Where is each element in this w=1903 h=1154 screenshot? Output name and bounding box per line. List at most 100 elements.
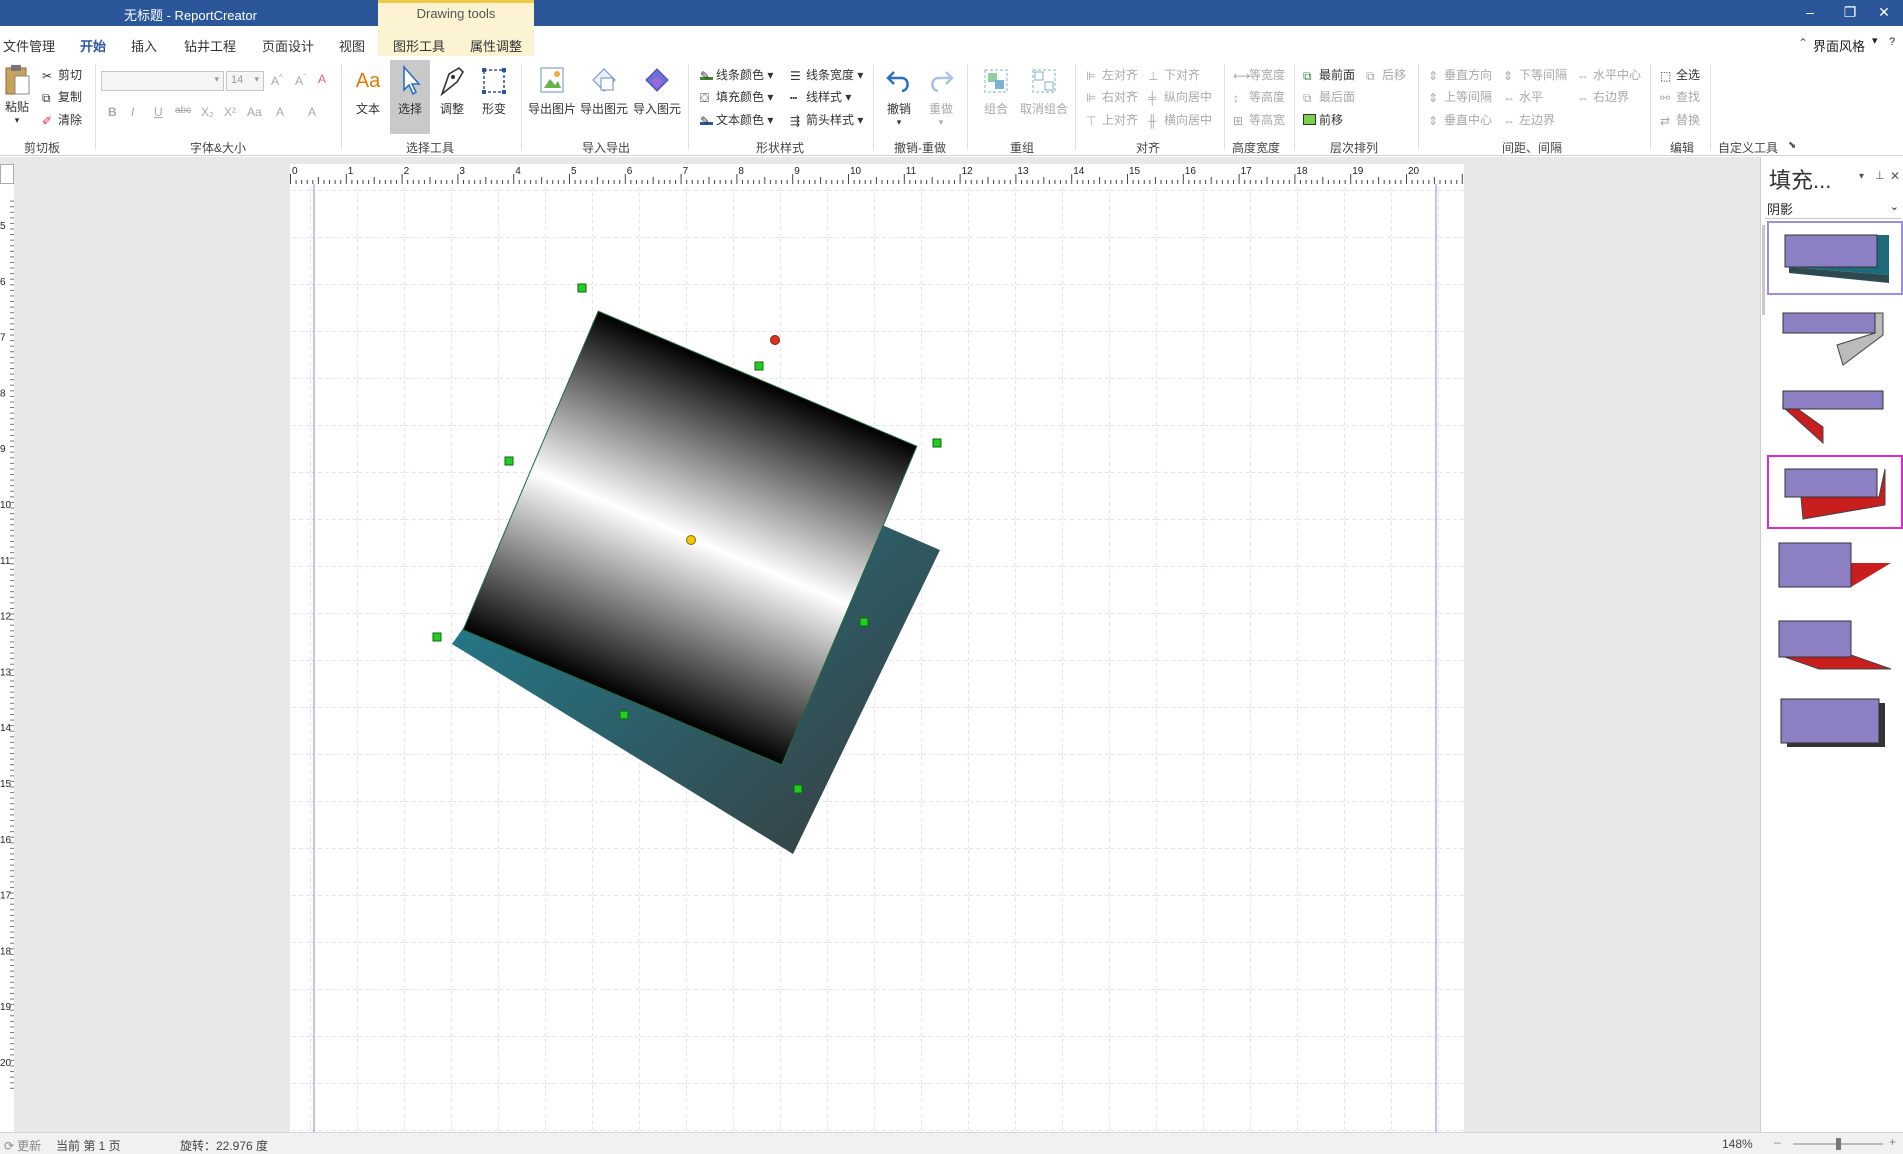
close-button[interactable]: ✕	[1872, 4, 1896, 21]
font-color-button[interactable]: A	[308, 105, 316, 119]
export-element-button[interactable]: 导出图元	[579, 64, 629, 117]
select-all-button[interactable]: ⬚ 全选	[1660, 66, 1700, 83]
tab-page-design[interactable]: 页面设计	[262, 36, 314, 55]
same-width-button[interactable]: ⟷等宽度	[1233, 66, 1285, 83]
resize-handle-sw[interactable]	[432, 632, 442, 642]
redo-button[interactable]: 重做 ▾	[922, 64, 960, 128]
undo-button[interactable]: 撤销 ▾	[880, 64, 918, 128]
italic-button[interactable]: I	[131, 105, 134, 119]
horizontal-center-button[interactable]: ⇔ 水平中心	[1577, 66, 1641, 83]
highlight-button[interactable]: A	[276, 105, 284, 119]
dialog-launcher-icon[interactable]: ⬊	[1788, 140, 1796, 151]
arrow-style-button[interactable]: ⇶ 箭头样式 ▾	[790, 111, 863, 128]
minimize-button[interactable]: –	[1798, 4, 1822, 20]
zoom-out-button[interactable]: –	[1774, 1135, 1781, 1149]
align-hcenter-button[interactable]: ╫ 横向居中	[1148, 111, 1212, 128]
adjust-tool-button[interactable]: 调整	[432, 64, 472, 117]
tab-insert[interactable]: 插入	[131, 36, 157, 55]
font-name-combo[interactable]: ▾	[101, 71, 224, 91]
help-icon[interactable]: ?	[1889, 36, 1895, 48]
transform-tool-button[interactable]: 形变	[474, 64, 514, 117]
undo-dropdown-icon[interactable]: ▾	[880, 117, 918, 128]
zoom-slider-thumb[interactable]	[1836, 1138, 1841, 1150]
line-style-button[interactable]: ┅ 线样式 ▾	[790, 88, 851, 105]
bring-forward-button[interactable]: 前移	[1303, 111, 1343, 128]
right-border-button[interactable]: ⇔ 右边界	[1577, 88, 1629, 105]
paste-button[interactable]: 粘贴 ▾	[2, 64, 32, 126]
text-color-button[interactable]: ✎ 文本颜色 ▾	[700, 111, 773, 128]
align-right-button[interactable]: ⊫ 右对齐	[1086, 88, 1138, 105]
replace-button[interactable]: ⇄ 替换	[1660, 111, 1700, 128]
shadow-swatch-2[interactable]	[1767, 299, 1903, 373]
ungroup-button[interactable]: 取消组合	[1018, 64, 1070, 117]
change-case-button[interactable]: Aa	[247, 105, 262, 119]
horizontal-spacing-button[interactable]: ⇔ 水平	[1503, 88, 1543, 105]
text-tool-button[interactable]: Aa 文本	[348, 64, 388, 117]
shrink-font-icon[interactable]: Aˇ	[295, 73, 306, 88]
line-color-button[interactable]: ✎ 线条颜色 ▾	[700, 66, 773, 83]
paste-dropdown-icon[interactable]: ▾	[2, 115, 32, 126]
pin-icon[interactable]: ⊥	[1875, 169, 1885, 182]
report-page[interactable]	[290, 184, 1464, 1132]
resize-handle-s[interactable]	[619, 710, 629, 720]
rotate-handle[interactable]	[770, 335, 780, 345]
tab-property-adjust[interactable]: 属性调整	[470, 36, 522, 55]
tab-drilling[interactable]: 钻井工程	[184, 36, 236, 55]
resize-handle-se[interactable]	[793, 784, 803, 794]
tab-view[interactable]: 视图	[339, 36, 365, 55]
resize-handle-e[interactable]	[859, 617, 869, 627]
same-size-button[interactable]: ⊞ 等高宽	[1233, 111, 1285, 128]
left-border-button[interactable]: ⇔ 左边界	[1503, 111, 1555, 128]
subscript-button[interactable]: X₂	[201, 105, 214, 119]
shadow-swatch-7[interactable]	[1767, 689, 1903, 763]
fill-color-button[interactable]: ⛋ 填充颜色 ▾	[700, 88, 773, 105]
redo-dropdown-icon[interactable]: ▾	[922, 117, 960, 128]
top-equal-spacing-button[interactable]: ⇕ 上等间隔	[1428, 88, 1492, 105]
restore-button[interactable]: ❐	[1838, 4, 1862, 21]
cut-button[interactable]: ✂ 剪切	[42, 66, 82, 83]
select-tool-button[interactable]: 选择	[390, 60, 430, 134]
collapse-ribbon-icon[interactable]: ⌃	[1798, 36, 1808, 50]
grow-font-icon[interactable]: A^	[271, 73, 283, 88]
shadow-style-dropdown[interactable]: 阴影 ⌄	[1765, 199, 1901, 219]
align-left-button[interactable]: ⊫ 左对齐	[1086, 66, 1138, 83]
line-width-button[interactable]: ☰ 线条宽度 ▾	[790, 66, 863, 83]
send-to-back-button[interactable]: ⧉ 最后面	[1303, 88, 1355, 105]
ui-style-dropdown-icon[interactable]: ▾	[1872, 34, 1878, 47]
update-button[interactable]: ⟳ 更新	[4, 1137, 41, 1154]
import-element-button[interactable]: 导入图元	[632, 64, 682, 117]
vertical-direction-button[interactable]: ⇕ 垂直方向	[1428, 66, 1492, 83]
tab-start[interactable]: 开始	[80, 36, 106, 55]
superscript-button[interactable]: X²	[224, 105, 236, 119]
export-image-button[interactable]: 导出图片	[527, 64, 577, 117]
underline-button[interactable]: U	[154, 105, 163, 119]
font-size-combo[interactable]: 14 ▾	[226, 71, 264, 91]
resize-handle-ne[interactable]	[932, 438, 942, 448]
shadow-swatch-3[interactable]	[1767, 377, 1903, 451]
bold-button[interactable]: B	[108, 105, 117, 119]
align-bottom-button[interactable]: ⊥ 下对齐	[1148, 66, 1200, 83]
panel-scrollbar[interactable]	[1762, 225, 1765, 315]
zoom-in-button[interactable]: +	[1889, 1135, 1896, 1149]
resize-handle-n[interactable]	[754, 361, 764, 371]
tab-file[interactable]: 文件管理	[3, 36, 55, 55]
tab-graphic-tools[interactable]: 图形工具	[393, 36, 445, 55]
align-top-button[interactable]: ⊤ 上对齐	[1086, 111, 1138, 128]
resize-handle-w[interactable]	[504, 456, 514, 466]
shadow-swatch-1[interactable]	[1767, 221, 1903, 295]
strikethrough-button[interactable]: abc	[175, 105, 191, 116]
shadow-swatch-4[interactable]	[1767, 455, 1903, 529]
clear-button[interactable]: ✐ 清除	[42, 111, 82, 128]
bottom-equal-spacing-button[interactable]: ⇕ 下等间隔	[1503, 66, 1567, 83]
find-button[interactable]: ⚯ 查找	[1660, 88, 1700, 105]
align-vcenter-button[interactable]: ╪ 纵向居中	[1148, 88, 1212, 105]
ui-style-menu[interactable]: 界面风格	[1813, 36, 1865, 55]
shadow-swatch-6[interactable]	[1767, 611, 1903, 685]
panel-menu-icon[interactable]: ▾	[1859, 171, 1864, 182]
group-button[interactable]: 组合	[976, 64, 1016, 117]
center-handle[interactable]	[686, 535, 696, 545]
shadow-swatch-5[interactable]	[1767, 533, 1903, 607]
vertical-center-button[interactable]: ⇕ 垂直中心	[1428, 111, 1492, 128]
clear-format-icon[interactable]: A	[318, 72, 326, 86]
copy-button[interactable]: ⧉ 复制	[42, 88, 82, 105]
